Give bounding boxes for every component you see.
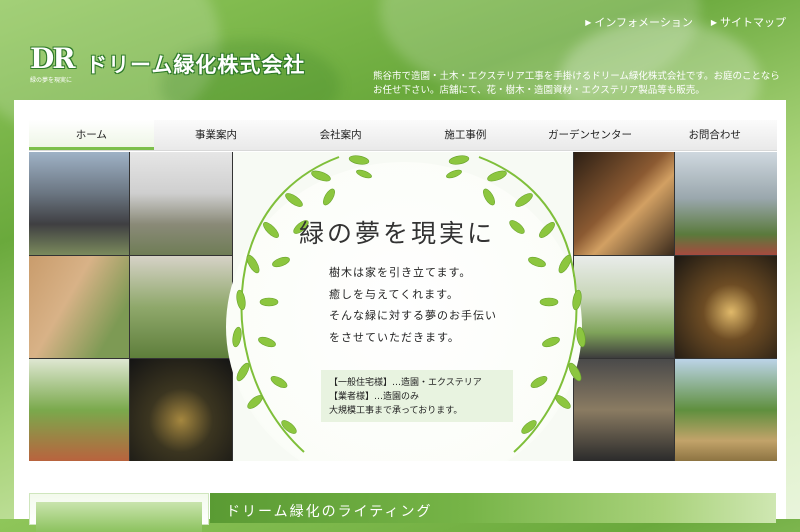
info-link[interactable]: ▶ インフォメーション <box>585 14 693 30</box>
main-content: ホーム 事業案内 会社案内 施工事例 ガーデンセンター お問合わせ 緑の夢を現実… <box>14 100 786 532</box>
photo-stone-path <box>29 256 129 358</box>
logo-subtext: 緑の夢を現実に <box>30 77 73 84</box>
nav-item-home[interactable]: ホーム <box>29 120 154 150</box>
hero-line: 癒しを与えてくれます。 <box>329 287 460 301</box>
top-links: ▶ インフォメーション ▶ サイトマップ <box>585 14 786 30</box>
nav-item-works[interactable]: 施工事例 <box>403 120 528 150</box>
logo-mark: DR 緑の夢を現実に <box>30 42 78 85</box>
hero-title: 緑の夢を現実に <box>299 219 496 248</box>
photo-night-plants <box>675 256 777 358</box>
company-logo[interactable]: DR 緑の夢を現実に ドリーム緑化株式会社 <box>30 42 306 85</box>
logo-initials: DR <box>30 42 76 75</box>
side-banner[interactable] <box>29 493 209 532</box>
photo-yard-1 <box>29 359 129 461</box>
nav-item-contact[interactable]: お問合わせ <box>652 120 777 150</box>
arrow-right-icon: ▶ <box>585 17 592 27</box>
service-line: 大規模工事まで承っております。 <box>329 406 463 416</box>
hero-line: そんな緑に対する夢のお手伝い <box>329 309 497 322</box>
side-banner-image <box>36 502 202 532</box>
hero-banner: 緑の夢を現実に 樹木は家を引き立てます。 癒しを与えてくれます。 そんな緑に対す… <box>29 152 777 461</box>
photo-house-palm <box>675 152 777 255</box>
service-line: 【業者様】…造園のみ <box>329 392 420 402</box>
photo-fence-trees <box>675 359 777 461</box>
hero-message: 樹木は家を引き立てます。 癒しを与えてくれます。 そんな緑に対する夢のお手伝い … <box>329 262 497 348</box>
hero-line: をさせていただきます。 <box>329 330 460 344</box>
global-nav: ホーム 事業案内 会社案内 施工事例 ガーデンセンター お問合わせ <box>29 120 777 151</box>
nav-item-business[interactable]: 事業案内 <box>154 120 279 150</box>
header-tagline: 熊谷市で造園・土木・エクステリア工事を手掛けるドリーム緑化株式会社です。お庭のこ… <box>373 71 780 96</box>
sitemap-link[interactable]: ▶ サイトマップ <box>711 14 786 30</box>
hero-line: 樹木は家を引き立てます。 <box>329 266 472 279</box>
nav-item-garden-center[interactable]: ガーデンセンター <box>528 120 653 150</box>
sitemap-link-label: サイトマップ <box>720 16 786 29</box>
company-name: ドリーム緑化株式会社 <box>86 52 306 77</box>
photo-house-1 <box>29 152 129 255</box>
nav-item-company[interactable]: 会社案内 <box>278 120 403 150</box>
lighting-banner-title: ドリーム緑化のライティング <box>226 504 433 520</box>
service-info-box: 【一般住宅様】…造園・エクステリア 【業者様】…造園のみ 大規模工事まで承ってお… <box>321 370 513 422</box>
arrow-right-icon: ▶ <box>710 17 717 27</box>
info-link-label: インフォメーション <box>594 16 693 29</box>
service-line: 【一般住宅様】…造園・エクステリア <box>329 378 482 388</box>
